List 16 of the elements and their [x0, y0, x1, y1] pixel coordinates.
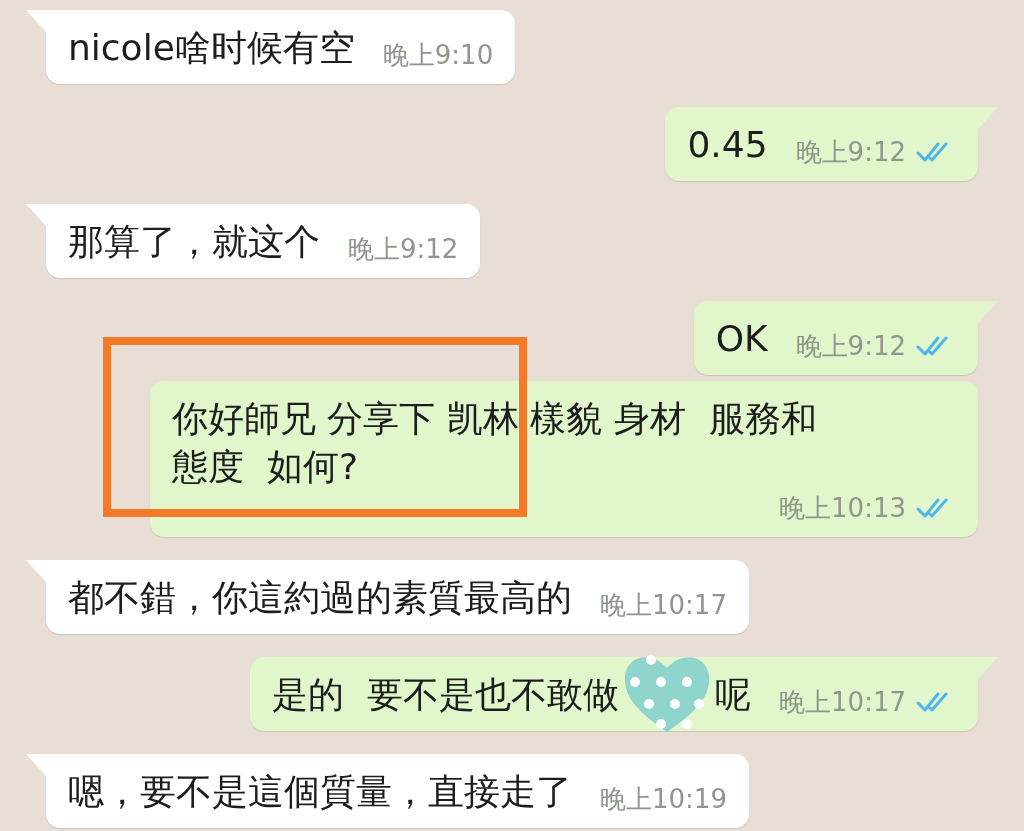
message-time: 晚上9:12: [795, 330, 906, 363]
message-text: 0.45: [687, 123, 768, 167]
message-text: 嗯，要不是這個質量，直接走了: [68, 770, 572, 814]
message-text: nicole啥时候有空: [68, 26, 355, 70]
message-text: 那算了，就这个: [68, 220, 320, 264]
message-text: OK: [715, 317, 768, 361]
message-time: 晚上9:10: [382, 39, 494, 72]
message-text: 是的 要不是也不敢做 呢: [272, 671, 752, 719]
message-time: 晚上10:17: [600, 589, 727, 622]
message-time: 晚上9:12: [795, 136, 906, 169]
message-text: 都不錯，你這約過的素質最高的: [68, 576, 572, 620]
message-time: 晚上9:12: [348, 233, 459, 266]
message-time: 晚上10:13: [779, 492, 906, 525]
message-time: 晚上10:17: [779, 686, 906, 719]
message-time: 晚上10:19: [600, 783, 727, 816]
message-text: 你好師兄 分享下 凯林 樣貌 身材 服務和態度 如何?: [172, 397, 818, 489]
